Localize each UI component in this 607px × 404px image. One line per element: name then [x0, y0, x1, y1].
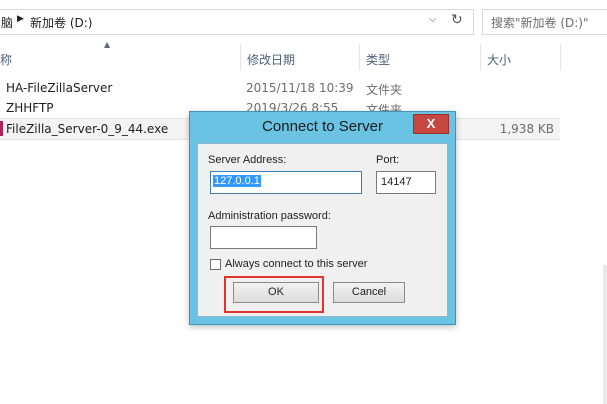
exe-file-icon — [0, 121, 3, 136]
admin-password-label: Administration password: — [208, 210, 331, 222]
search-input[interactable]: 搜索"新加卷 (D:)" — [482, 9, 607, 35]
scrollbar[interactable] — [603, 265, 607, 404]
file-type: 文件夹 — [366, 83, 403, 97]
search-placeholder: 搜索"新加卷 (D:)" — [491, 16, 589, 30]
chevron-down-icon[interactable]: ⌵ — [429, 14, 437, 25]
port-label: Port: — [376, 154, 400, 166]
column-header-type[interactable]: 类型 — [366, 51, 390, 68]
column-header-modified[interactable]: 修改日期 — [247, 51, 295, 68]
sort-ascending-icon: ▲ — [104, 40, 111, 49]
column-divider[interactable] — [560, 44, 561, 70]
address-bar-row: 脑 ▶ 新加卷 (D:) ⌵ ↻ 搜索"新加卷 (D:)" — [0, 9, 607, 35]
cancel-button[interactable]: Cancel — [333, 282, 405, 303]
file-name: ZHHFTP — [6, 101, 54, 115]
column-divider[interactable] — [480, 44, 481, 70]
admin-password-input[interactable] — [210, 226, 317, 249]
server-address-label: Server Address: — [208, 154, 287, 166]
connect-to-server-dialog: Connect to Server X Server Address: 127.… — [189, 111, 456, 325]
breadcrumb-drive[interactable]: 新加卷 (D:) — [30, 14, 92, 31]
column-header-size[interactable]: 大小 — [487, 51, 511, 68]
breadcrumb-separator-icon[interactable]: ▶ — [17, 14, 24, 24]
dialog-body: Server Address: 127.0.0.1 Port: 14147 Ad… — [197, 143, 448, 317]
file-modified: 2015/11/18 10:39 — [246, 81, 354, 95]
always-connect-label[interactable]: Always connect to this server — [225, 258, 367, 270]
file-size: 1,938 KB — [499, 122, 554, 136]
server-address-value: 127.0.0.1 — [213, 175, 261, 187]
file-row-folder-ha[interactable]: HA-FileZillaServer 2015/11/18 10:39 文件夹 — [0, 78, 560, 98]
column-header-name[interactable]: 称 — [0, 51, 12, 68]
file-name: FileZilla_Server-0_9_44.exe — [6, 122, 169, 136]
file-name: HA-FileZillaServer — [6, 81, 113, 95]
always-connect-checkbox[interactable] — [210, 259, 221, 270]
ok-button[interactable]: OK — [233, 282, 319, 303]
port-value: 14147 — [381, 176, 412, 188]
server-address-input[interactable]: 127.0.0.1 — [210, 171, 362, 194]
close-button[interactable]: X — [413, 114, 449, 134]
refresh-icon[interactable]: ↻ — [451, 12, 463, 28]
column-header-row: 称 修改日期 类型 大小 — [0, 44, 607, 70]
port-input[interactable]: 14147 — [376, 171, 436, 194]
column-divider[interactable] — [359, 44, 360, 70]
breadcrumb-previous[interactable]: 脑 — [1, 14, 13, 31]
address-bar[interactable]: 脑 ▶ 新加卷 (D:) ⌵ ↻ — [0, 9, 474, 35]
column-divider[interactable] — [240, 44, 241, 70]
